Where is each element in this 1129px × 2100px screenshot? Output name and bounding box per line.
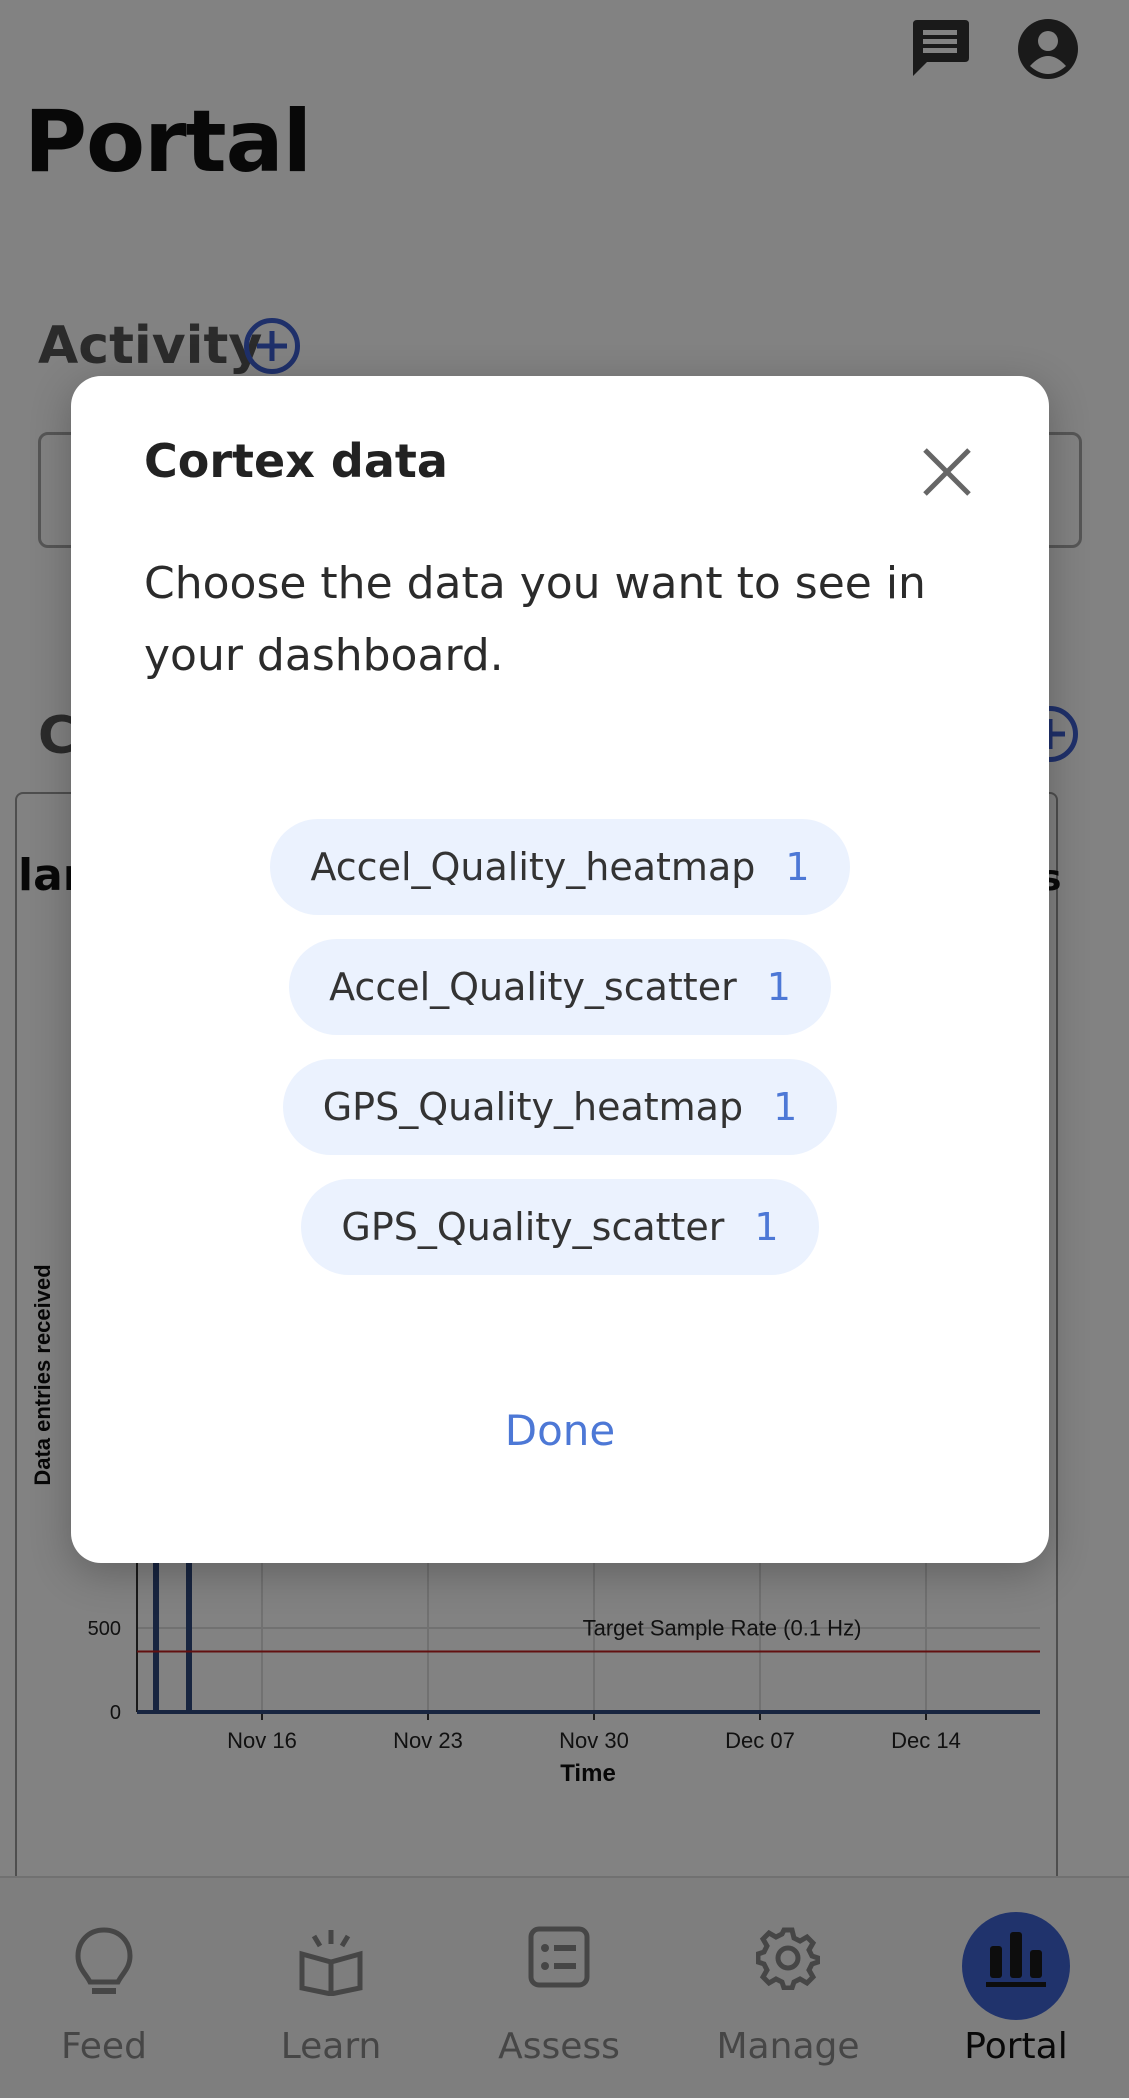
chip-count: 1 xyxy=(754,1205,779,1249)
chip-label: GPS_Quality_heatmap xyxy=(322,1085,744,1129)
chip-accel-quality-scatter[interactable]: Accel_Quality_scatter 1 xyxy=(289,939,831,1035)
close-button[interactable] xyxy=(921,446,973,498)
dialog-title: Cortex data xyxy=(144,434,448,488)
chip-label: GPS_Quality_scatter xyxy=(341,1205,725,1249)
chip-count: 1 xyxy=(766,965,791,1009)
cortex-data-dialog: Cortex data Choose the data you want to … xyxy=(71,376,1049,1563)
done-button[interactable]: Done xyxy=(71,1406,1049,1455)
dialog-description: Choose the data you want to see in your … xyxy=(144,558,926,681)
close-icon xyxy=(923,448,971,496)
chip-label: Accel_Quality_scatter xyxy=(329,965,737,1009)
chip-gps-quality-scatter[interactable]: GPS_Quality_scatter 1 xyxy=(301,1179,819,1275)
chip-count: 1 xyxy=(773,1085,798,1129)
chip-label: Accel_Quality_heatmap xyxy=(310,845,756,889)
chip-count: 1 xyxy=(785,845,810,889)
chip-accel-quality-heatmap[interactable]: Accel_Quality_heatmap 1 xyxy=(270,819,850,915)
data-chip-list: Accel_Quality_heatmap 1 Accel_Quality_sc… xyxy=(71,819,1049,1275)
chip-gps-quality-heatmap[interactable]: GPS_Quality_heatmap 1 xyxy=(282,1059,838,1155)
